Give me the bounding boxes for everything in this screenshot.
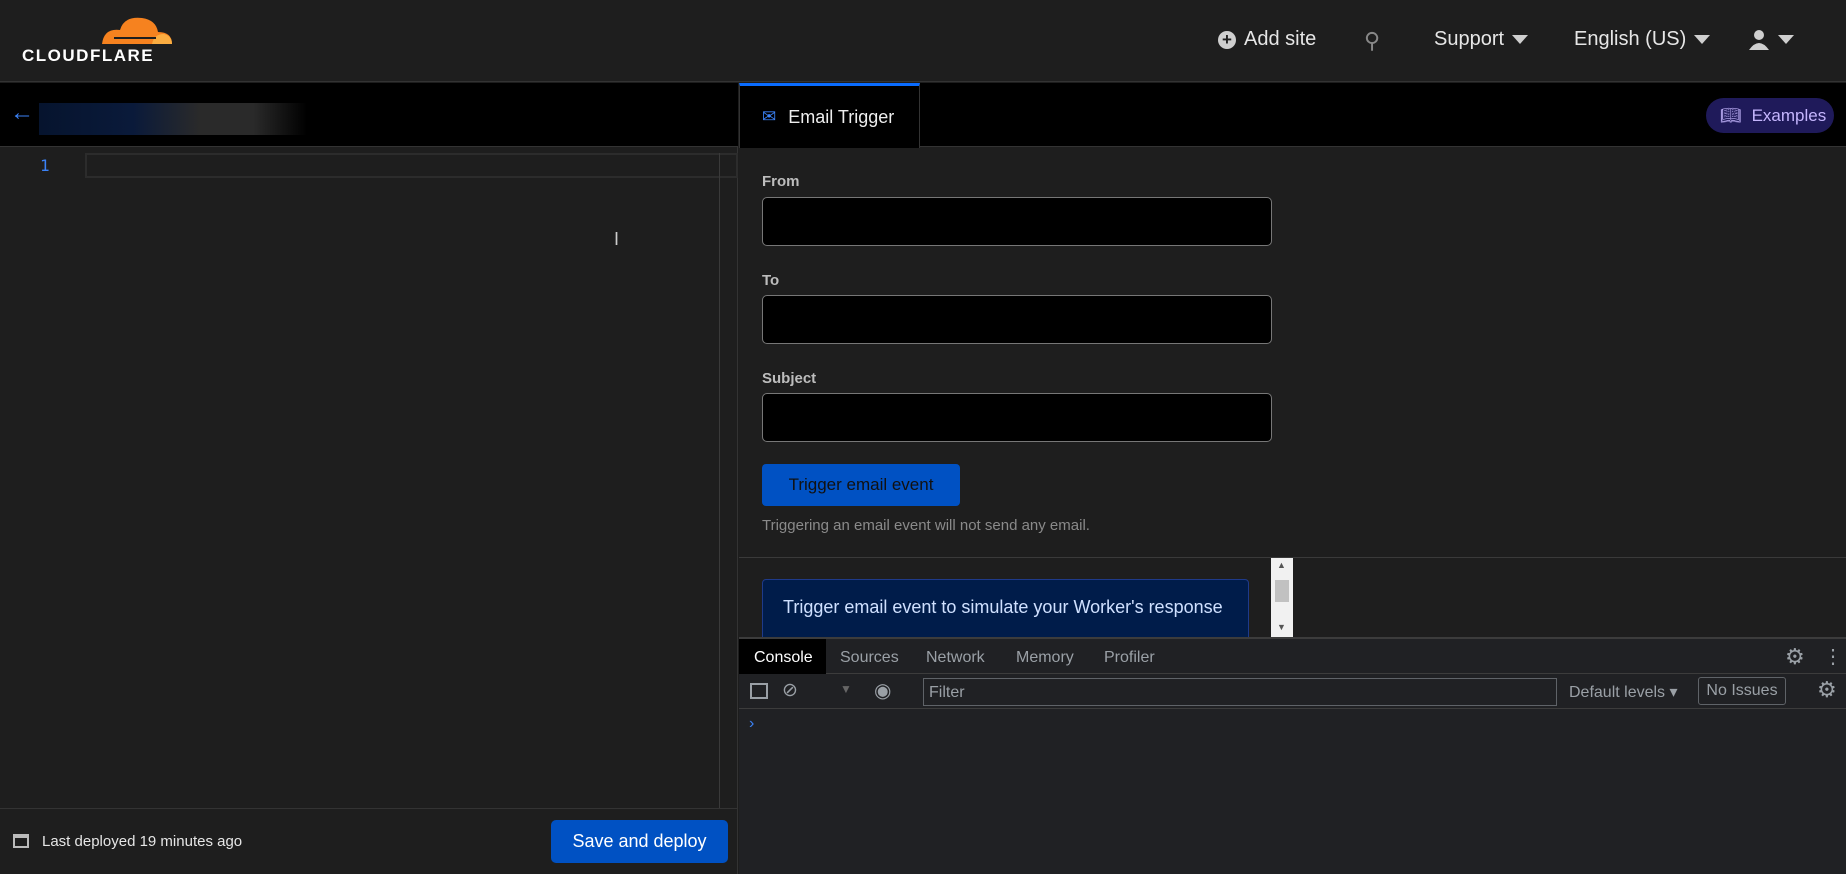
caret-down-icon	[1512, 35, 1529, 44]
console-prompt-chevron-icon[interactable]: ›	[749, 715, 754, 733]
response-area: Trigger email event to simulate your Wor…	[739, 558, 1293, 637]
examples-button[interactable]: 📖︎ Examples	[1706, 98, 1834, 133]
caret-down-icon	[1694, 35, 1711, 44]
tab-network[interactable]: Network	[926, 649, 985, 667]
to-label: To	[762, 272, 780, 289]
devtools-tabbar: Console Sources Network Memory Profiler …	[739, 639, 1846, 674]
caret-down-icon	[1778, 34, 1794, 44]
clear-console-icon[interactable]: ⊘	[782, 679, 798, 702]
preview-tabbar: ✉ Email Trigger 📖︎ Examples	[739, 83, 1846, 148]
envelope-icon: ✉	[762, 107, 777, 126]
text-cursor-icon: I	[614, 229, 620, 249]
eye-icon[interactable]: ◉	[874, 678, 891, 703]
subject-label: Subject	[762, 370, 817, 387]
from-label: From	[762, 173, 800, 190]
trigger-email-button[interactable]: Trigger email event	[762, 464, 960, 506]
devtools-panel: Console Sources Network Memory Profiler …	[739, 637, 1846, 874]
save-and-deploy-button[interactable]: Save and deploy	[551, 820, 728, 863]
top-header: CLOUDFLARE + Add site ⚲ Support English (…	[0, 0, 1846, 82]
console-toolbar: ⊘ ▼ ◉ Filter Default levels ▾ No Issues …	[739, 674, 1846, 709]
tab-email-trigger[interactable]: ✉ Email Trigger	[739, 83, 920, 148]
filter-input[interactable]: Filter	[923, 678, 1557, 706]
to-input[interactable]	[762, 295, 1272, 344]
minimap-divider	[719, 153, 720, 808]
tab-console-label[interactable]: Console	[754, 649, 813, 667]
more-vertical-icon[interactable]: ⋮	[1823, 644, 1843, 669]
default-levels-dropdown[interactable]: Default levels ▾	[1569, 682, 1678, 702]
worker-name-bar: ←	[0, 83, 738, 147]
preview-panel: ✉ Email Trigger 📖︎ Examples From To Subje…	[739, 83, 1846, 637]
trigger-note: Triggering an email event will not send …	[762, 517, 1090, 534]
tab-sources[interactable]: Sources	[840, 649, 899, 667]
code-line-1[interactable]	[85, 153, 738, 178]
support-dropdown[interactable]: Support	[1434, 28, 1529, 51]
context-dropdown-icon[interactable]: ▼	[840, 682, 852, 696]
console-settings-gear-icon[interactable]: ⚙	[1817, 677, 1837, 703]
sidebar-toggle-icon[interactable]	[750, 683, 768, 699]
tab-profiler[interactable]: Profiler	[1104, 649, 1155, 667]
line-number: 1	[40, 156, 50, 175]
add-site-button[interactable]: + Add site	[1218, 28, 1316, 51]
from-input[interactable]	[762, 197, 1272, 246]
browser-window-icon	[13, 834, 29, 848]
issues-button[interactable]: No Issues	[1698, 677, 1786, 705]
scrollbar[interactable]: ▲ ▼	[1271, 558, 1293, 637]
worker-name-redacted	[39, 103, 307, 135]
user-icon	[1749, 30, 1769, 50]
tab-memory[interactable]: Memory	[1016, 649, 1074, 667]
cloudflare-logo[interactable]: CLOUDFLARE	[22, 14, 172, 66]
search-icon[interactable]: ⚲	[1364, 28, 1380, 54]
language-dropdown[interactable]: English (US)	[1574, 28, 1711, 51]
code-editor-panel: ← 1 I Last deployed 19 minutes ago Save …	[0, 83, 738, 874]
plus-circle-icon: +	[1218, 30, 1236, 49]
book-icon: 📖︎	[1720, 105, 1742, 125]
back-arrow-icon[interactable]: ←	[10, 99, 34, 127]
deploy-bar: Last deployed 19 minutes ago Save and de…	[0, 808, 738, 874]
settings-gear-icon[interactable]: ⚙	[1785, 644, 1805, 670]
subject-input[interactable]	[762, 393, 1272, 442]
response-info-box: Trigger email event to simulate your Wor…	[762, 579, 1249, 637]
user-menu[interactable]	[1748, 28, 1794, 50]
last-deployed-status: Last deployed 19 minutes ago	[42, 833, 243, 850]
